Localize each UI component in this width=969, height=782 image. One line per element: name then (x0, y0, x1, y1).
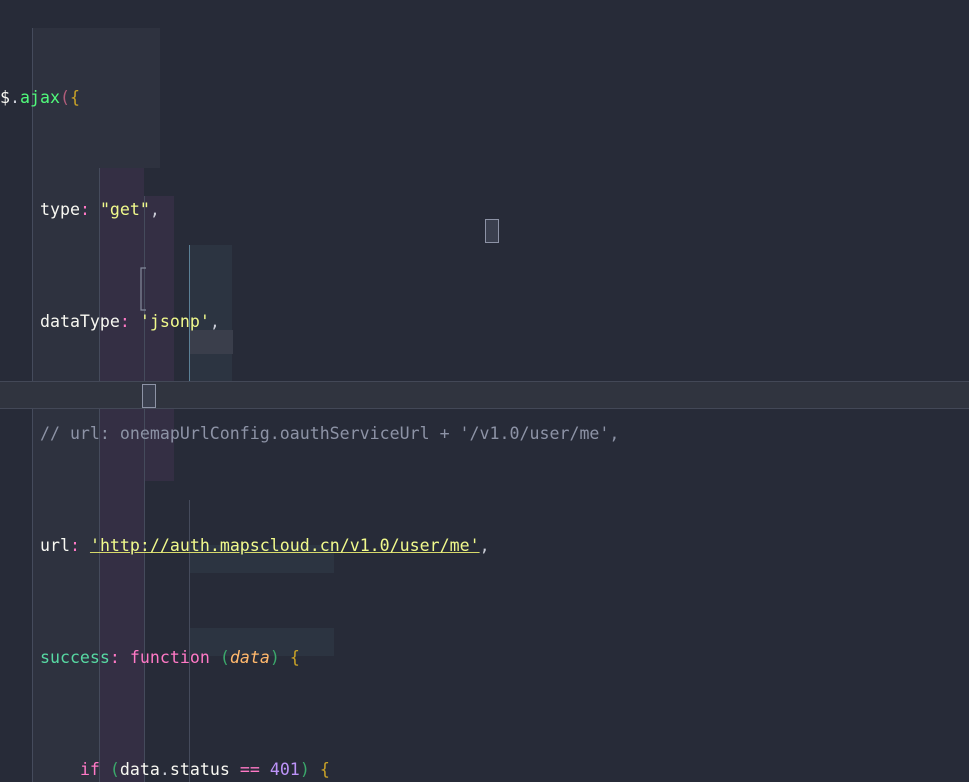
code-line[interactable]: $.ajax({ (0, 84, 859, 112)
code-line[interactable]: url: 'http://auth.mapscloud.cn/v1.0/user… (0, 532, 859, 560)
code-editor[interactable]: $.ajax({ type: "get", dataType: 'jsonp',… (0, 0, 969, 782)
code-line[interactable]: type: "get", (0, 196, 859, 224)
code-line[interactable]: dataType: 'jsonp', (0, 308, 859, 336)
code-line[interactable]: success: function (data) { (0, 644, 859, 672)
code-content[interactable]: $.ajax({ type: "get", dataType: 'jsonp',… (0, 0, 859, 782)
code-line[interactable]: if (data.status == 401) { (0, 756, 859, 782)
code-line-comment[interactable]: // url: onemapUrlConfig.oauthServiceUrl … (0, 420, 859, 448)
